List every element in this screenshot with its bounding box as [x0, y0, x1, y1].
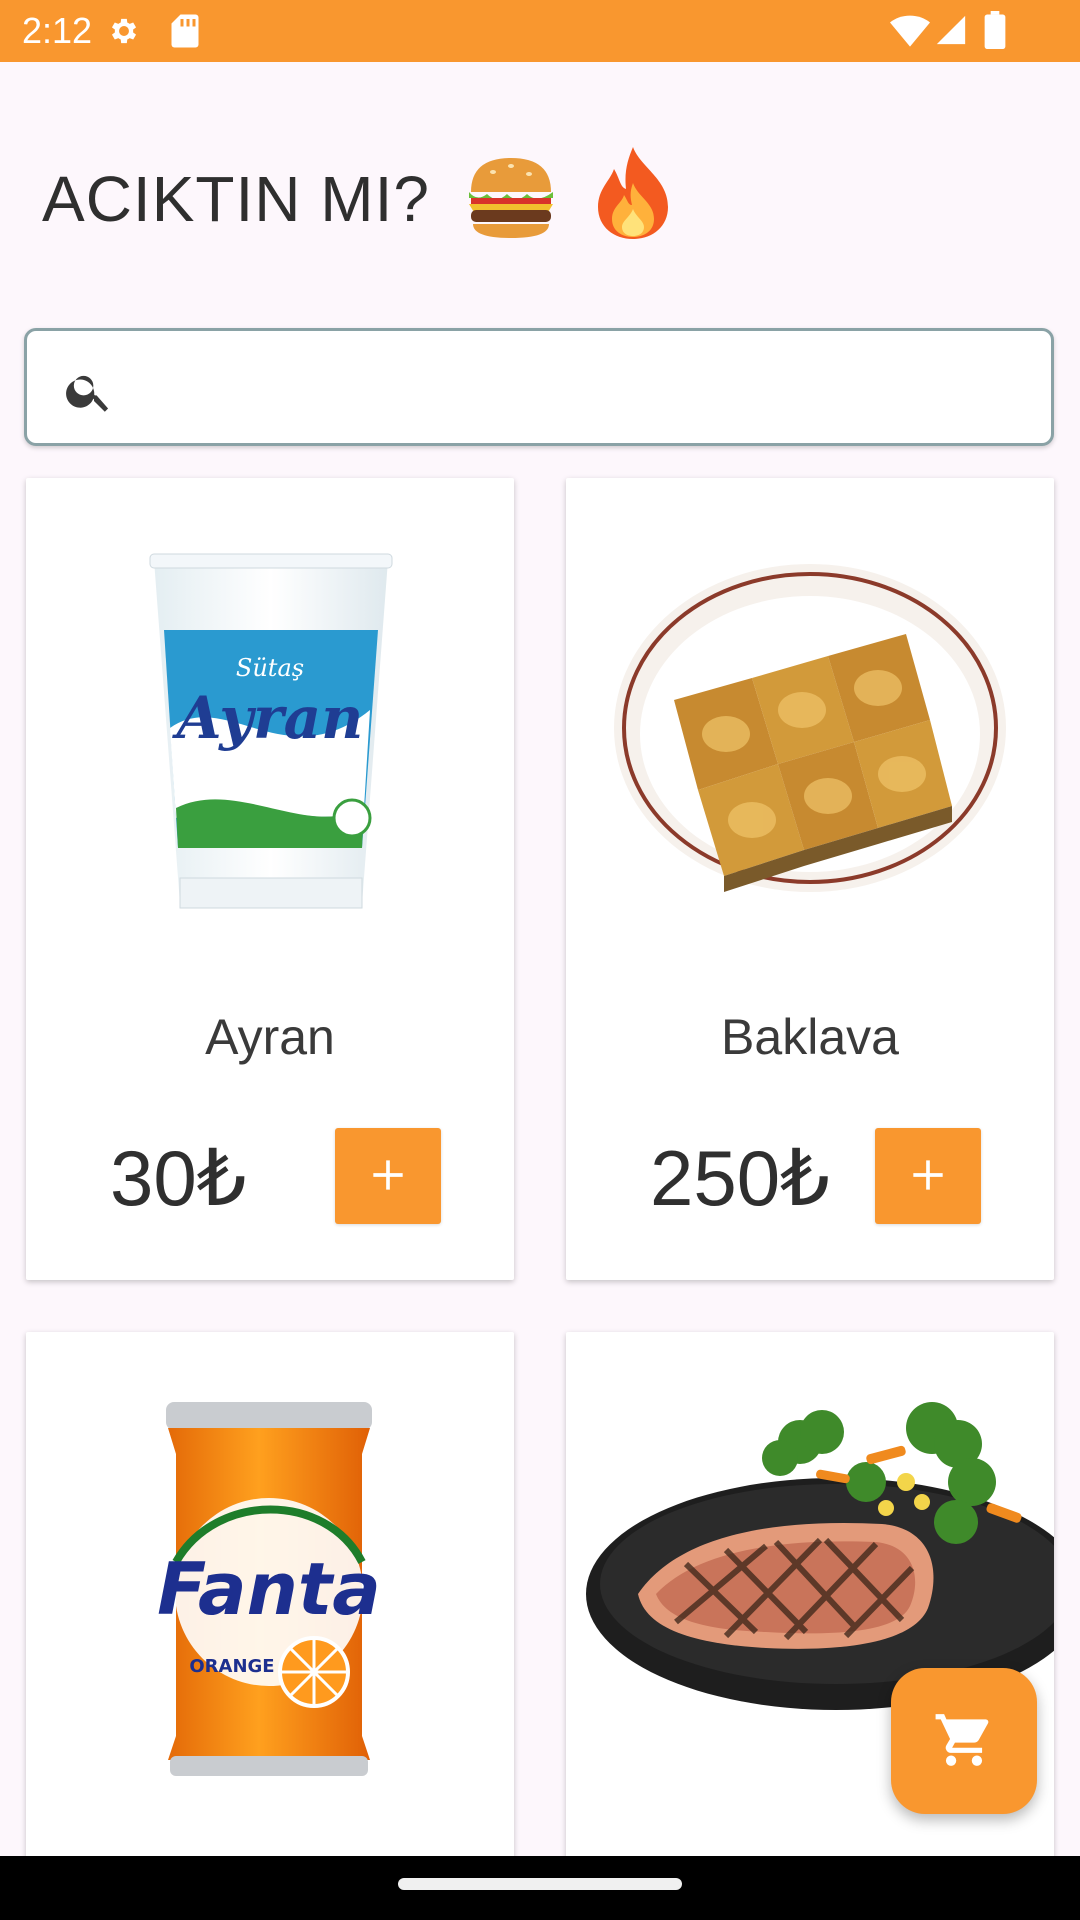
- signal-icon: [936, 15, 966, 45]
- app-screen: 2:12 ACIKTIN MI? Ayran Sütaş Ayran 30₺ B…: [0, 0, 1080, 1920]
- svg-text:Ayran: Ayran: [172, 684, 364, 752]
- cart-fab[interactable]: [891, 1668, 1037, 1814]
- search-box[interactable]: [24, 328, 1054, 446]
- product-name: Baklava: [721, 1009, 899, 1065]
- plus-icon: [373, 1159, 403, 1190]
- product-card-baklava[interactable]: Baklava 250₺: [566, 478, 1054, 1280]
- fire-icon: [597, 147, 668, 240]
- product-name: Ayran: [205, 1009, 335, 1065]
- svg-text:Sütaş: Sütaş: [236, 654, 304, 682]
- gear-icon: [111, 18, 137, 44]
- product-price: 250₺: [650, 1134, 830, 1222]
- page-title: ACIKTIN MI?: [42, 147, 676, 242]
- status-bar: 2:12: [0, 0, 1080, 62]
- product-card-ayran[interactable]: Ayran Sütaş Ayran 30₺: [26, 478, 514, 1280]
- cart-icon: [935, 1713, 989, 1766]
- home-gesture-handle[interactable]: [398, 1878, 682, 1890]
- baklava-image: [614, 564, 1006, 892]
- product-price: 30₺: [110, 1134, 247, 1222]
- status-time: 2:12: [22, 10, 93, 51]
- page-title-text: ACIKTIN MI?: [42, 163, 430, 235]
- add-to-cart-button[interactable]: [875, 1128, 981, 1224]
- svg-text:Fanta: Fanta: [157, 1547, 381, 1631]
- burger-icon: [468, 158, 553, 239]
- sd-card-icon: [171, 14, 199, 48]
- search-icon: [66, 375, 109, 412]
- plus-icon: [913, 1159, 943, 1190]
- navigation-bar: [0, 1856, 1080, 1920]
- add-to-cart-button[interactable]: [335, 1128, 441, 1224]
- battery-icon: [984, 11, 1006, 49]
- fanta-image: Fanta ORANGE: [157, 1402, 381, 1776]
- search-input[interactable]: [137, 351, 1031, 429]
- ayran-image: Ayran Sütaş: [149, 553, 393, 909]
- product-card-fanta[interactable]: Fanta ORANGE: [26, 1332, 514, 1892]
- wifi-icon: [890, 15, 930, 47]
- svg-text:ORANGE: ORANGE: [189, 1656, 274, 1677]
